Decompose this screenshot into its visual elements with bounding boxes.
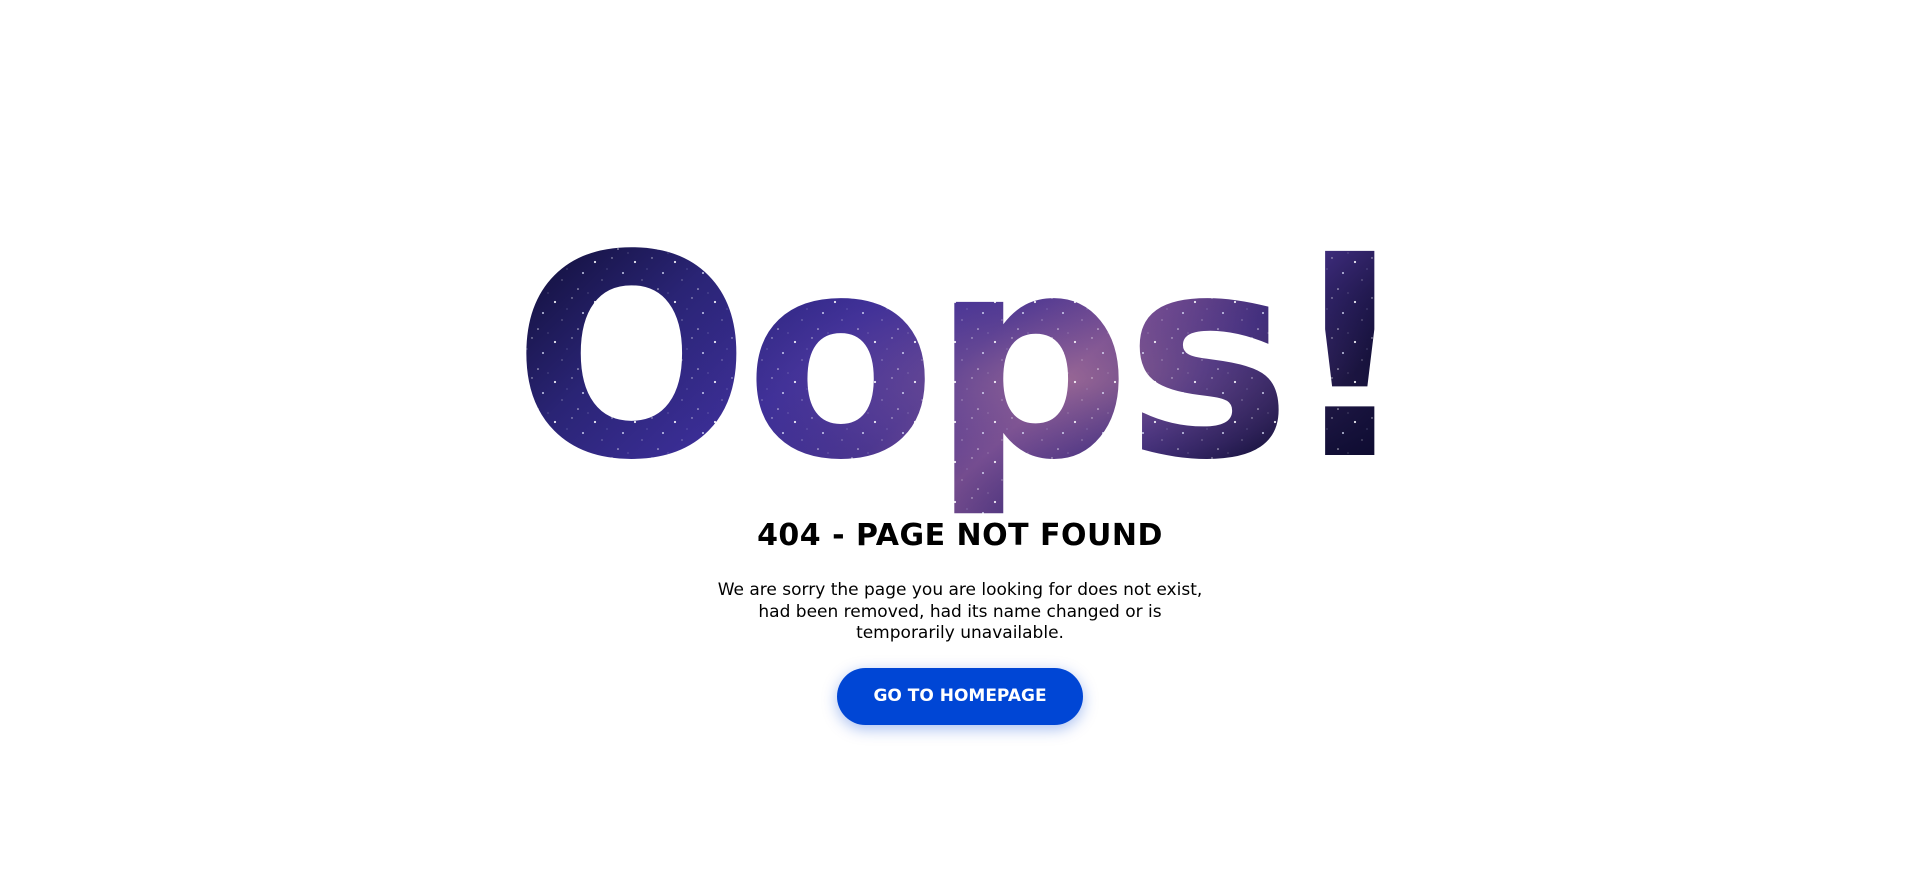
go-to-homepage-button[interactable]: Go To Homepage — [837, 668, 1083, 725]
error-headline: 404 - Page not found — [0, 518, 1920, 554]
headline-text: 404 - Page not found — [757, 518, 1163, 553]
not-found-container: Oops! 404 - Page not found We are sorry … — [0, 0, 1920, 888]
oops-space-text: Oops! — [512, 215, 1408, 515]
error-message: We are sorry the page you are looking fo… — [717, 580, 1203, 643]
page: Oops! 404 - Page not found We are sorry … — [0, 0, 1920, 888]
oops-graphic: Oops! — [510, 215, 1410, 515]
